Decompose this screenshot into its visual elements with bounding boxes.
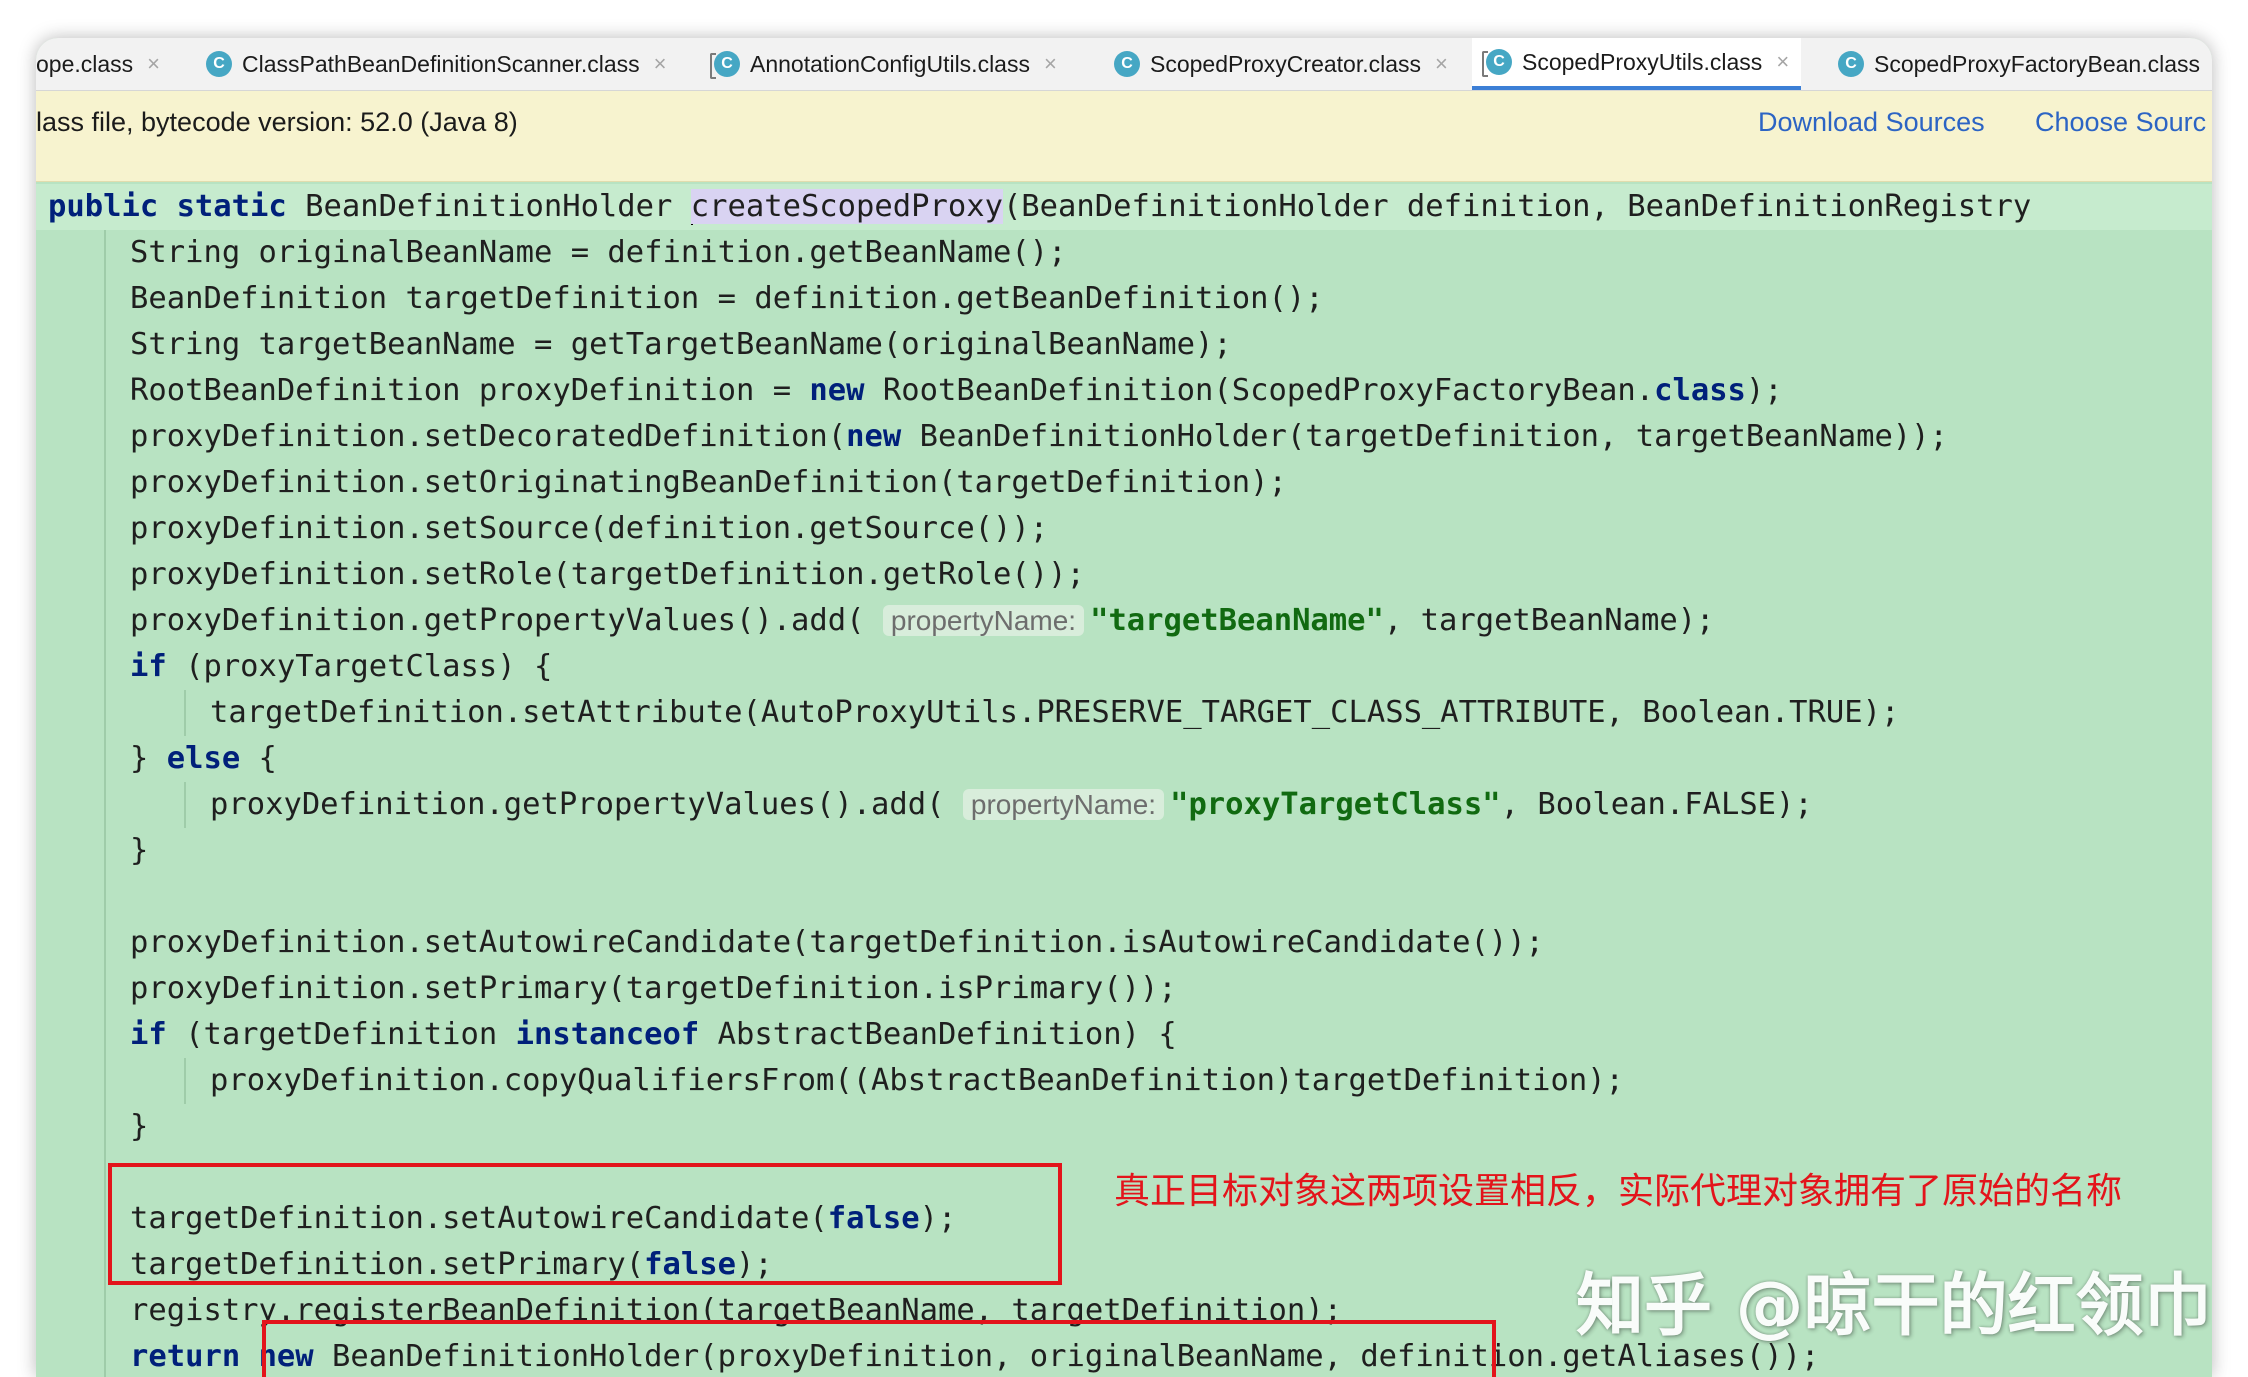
highlight-box-return-holder	[262, 1320, 1496, 1377]
class-icon: C	[1114, 51, 1140, 77]
code-line-20: proxyDefinition.copyQualifiersFrom((Abst…	[210, 1063, 1624, 1098]
tab-annotation-config-utils[interactable]: C AnnotationConfigUtils.class ×	[710, 38, 1057, 90]
tab-label: ScopedProxyFactoryBean.class	[1874, 50, 2200, 77]
tab-scoped-proxy-creator[interactable]: C ScopedProxyCreator.class ×	[1114, 38, 1448, 90]
tab-label: ope.class	[36, 50, 134, 77]
editor-window: ope.class × C ClassPathBeanDefinitionSca…	[36, 38, 2212, 1377]
code-line-19: if (targetDefinition instanceof Abstract…	[130, 1017, 1177, 1052]
tab-scope-class[interactable]: ope.class ×	[36, 38, 160, 90]
code-line-8: proxyDefinition.setSource(definition.get…	[130, 511, 1049, 546]
code-line-11: if (proxyTargetClass) {	[130, 649, 553, 684]
parameter-hint: propertyName:	[882, 605, 1085, 636]
tab-label: ScopedProxyCreator.class	[1150, 50, 1422, 77]
parameter-hint: propertyName:	[962, 789, 1165, 820]
code-line-6: proxyDefinition.setDecoratedDefinition(n…	[130, 419, 1948, 454]
code-line-2: String originalBeanName = definition.get…	[130, 235, 1067, 270]
class-icon: C	[1838, 51, 1864, 77]
close-icon[interactable]: ×	[1776, 49, 1789, 75]
tab-label: AnnotationConfigUtils.class	[750, 50, 1030, 77]
code-line-5: RootBeanDefinition proxyDefinition = new…	[130, 373, 1783, 408]
class-icon: C	[710, 51, 740, 79]
annotation-note: 真正目标对象这两项设置相反，实际代理对象拥有了原始的名称	[1114, 1171, 2123, 1212]
code-line-17: proxyDefinition.setAutowireCandidate(tar…	[130, 925, 1544, 960]
close-icon[interactable]: ×	[654, 51, 667, 77]
code-line-21: }	[130, 1109, 149, 1144]
code-line-3: BeanDefinition targetDefinition = defini…	[130, 281, 1324, 316]
code-line-14: proxyDefinition.getPropertyValues().add(…	[210, 787, 1813, 822]
code-line-10: proxyDefinition.getPropertyValues().add(…	[130, 603, 1715, 638]
class-icon: C	[206, 51, 232, 77]
tab-scoped-proxy-factory-bean[interactable]: C ScopedProxyFactoryBean.class	[1838, 38, 2200, 90]
tab-classpath-scanner[interactable]: C ClassPathBeanDefinitionScanner.class ×	[206, 38, 666, 90]
tab-bar: ope.class × C ClassPathBeanDefinitionSca…	[36, 38, 2212, 91]
highlight-box-target-settings	[108, 1163, 1062, 1285]
watermark: 知乎 @晾干的红领巾	[1576, 1267, 2212, 1346]
close-icon[interactable]: ×	[1044, 51, 1057, 77]
code-line-13: } else {	[130, 741, 277, 776]
class-icon: C	[1482, 49, 1512, 77]
code-line-1: public static BeanDefinitionHolder creat…	[36, 184, 2212, 230]
code-line-12: targetDefinition.setAttribute(AutoProxyU…	[210, 695, 1900, 730]
tab-label: ClassPathBeanDefinitionScanner.class	[242, 50, 640, 77]
close-icon[interactable]: ×	[147, 51, 160, 77]
bytecode-version-notice: lass file, bytecode version: 52.0 (Java …	[36, 107, 518, 137]
code-line-7: proxyDefinition.setOriginatingBeanDefini…	[130, 465, 1287, 500]
code-line-15: }	[130, 833, 149, 868]
tab-label: ScopedProxyUtils.class	[1522, 48, 1763, 75]
choose-sources-link[interactable]: Choose Sourc	[2035, 107, 2206, 138]
code-line-18: proxyDefinition.setPrimary(targetDefinit…	[130, 971, 1177, 1006]
code-line-4: String targetBeanName = getTargetBeanNam…	[130, 327, 1232, 362]
method-name-highlight[interactable]: createScopedProxy	[690, 189, 1003, 224]
download-sources-link[interactable]: Download Sources	[1758, 107, 1985, 138]
code-line-9: proxyDefinition.setRole(targetDefinition…	[130, 557, 1085, 592]
close-icon[interactable]: ×	[1435, 51, 1448, 77]
tab-scoped-proxy-utils[interactable]: C ScopedProxyUtils.class ×	[1472, 38, 1802, 90]
decompiled-notice-bar: lass file, bytecode version: 52.0 (Java …	[36, 91, 2212, 182]
